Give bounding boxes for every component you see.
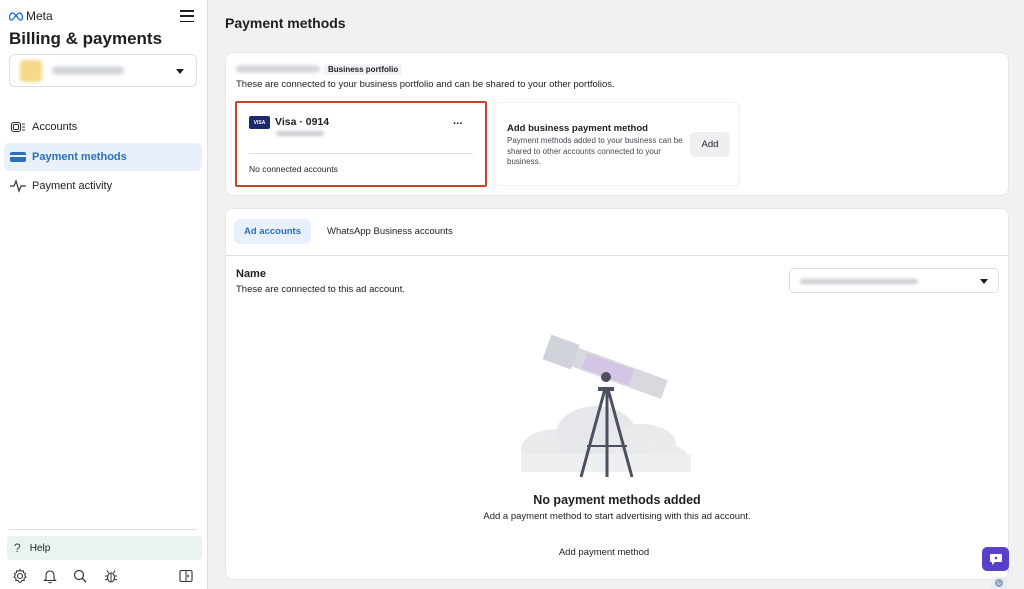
credit-card-icon xyxy=(9,150,27,164)
settings-icon[interactable] xyxy=(12,568,28,584)
brand-name: Meta xyxy=(26,9,53,23)
sidebar-item-label: Payment methods xyxy=(32,150,127,163)
portfolio-description: These are connected to your business por… xyxy=(236,79,615,90)
activity-pulse-icon xyxy=(9,179,27,193)
more-options-button[interactable]: ··· xyxy=(453,118,463,130)
accounts-card: Ad accounts WhatsApp Business accounts N… xyxy=(225,208,1009,580)
globe-button[interactable] xyxy=(991,577,1007,589)
portfolio-name-blurred xyxy=(236,66,320,72)
sidebar: Meta Billing & payments Accounts Payment… xyxy=(0,0,208,589)
tab-ad-accounts[interactable]: Ad accounts xyxy=(234,219,312,244)
add-business-method-title: Add business payment method xyxy=(507,123,648,134)
globe-icon xyxy=(995,579,1003,587)
sidebar-item-payment-activity[interactable]: Payment activity xyxy=(4,172,202,200)
connected-accounts-status: No connected accounts xyxy=(249,164,338,174)
chat-support-icon xyxy=(989,553,1002,565)
accounts-icon xyxy=(9,120,27,134)
app-title: Billing & payments xyxy=(9,29,163,48)
meta-infinity-icon xyxy=(9,11,23,21)
sidebar-divider xyxy=(9,529,197,530)
card-divider xyxy=(249,153,473,154)
empty-state-title: No payment methods added xyxy=(533,493,701,507)
account-avatar xyxy=(20,59,42,82)
business-portfolio-card: Business portfolio These are connected t… xyxy=(225,52,1009,196)
sidebar-item-payment-methods[interactable]: Payment methods xyxy=(4,142,202,171)
help-label: Help xyxy=(29,542,51,554)
menu-hamburger-icon[interactable] xyxy=(180,10,194,22)
business-account-selector[interactable] xyxy=(9,54,197,87)
add-business-method-description: Payment methods added to your business c… xyxy=(507,136,683,166)
bell-icon[interactable] xyxy=(42,568,58,584)
name-description: These are connected to this ad account. xyxy=(236,284,405,295)
panel-toggle-icon[interactable] xyxy=(178,568,194,584)
add-payment-method-button[interactable]: Add payment method xyxy=(544,542,664,562)
payment-method-expiry-blurred xyxy=(276,131,324,136)
meta-logo[interactable]: Meta xyxy=(9,9,53,23)
chevron-down-icon xyxy=(176,69,184,74)
sidebar-item-label: Payment activity xyxy=(32,180,113,192)
sidebar-footer-icons xyxy=(10,568,196,584)
payment-method-card[interactable]: VISA Visa · 0914 ··· No connected accoun… xyxy=(235,101,487,187)
add-business-payment-method-panel: Add business payment method Payment meth… xyxy=(494,102,740,186)
help-link[interactable]: ? Help xyxy=(7,536,202,560)
telescope-illustration xyxy=(521,334,691,478)
help-icon: ? xyxy=(14,541,21,555)
sidebar-item-accounts[interactable]: Accounts xyxy=(4,113,202,141)
ad-account-name-blurred xyxy=(800,279,918,284)
name-heading: Name xyxy=(236,268,266,280)
tab-whatsapp-business-accounts[interactable]: WhatsApp Business accounts xyxy=(317,219,463,244)
sidebar-nav: Accounts Payment methods Payment activit… xyxy=(4,113,202,202)
search-icon[interactable] xyxy=(72,568,88,584)
empty-state-description: Add a payment method to start advertisin… xyxy=(483,511,751,522)
add-button[interactable]: Add xyxy=(690,132,730,157)
chevron-down-icon xyxy=(980,279,988,284)
tabs-divider xyxy=(226,255,1008,256)
sidebar-item-label: Accounts xyxy=(32,121,78,133)
payment-method-label: Visa · 0914 xyxy=(275,116,330,128)
visa-card-icon: VISA xyxy=(249,116,270,129)
account-name-blurred xyxy=(52,67,124,74)
bug-icon[interactable] xyxy=(103,568,119,584)
portfolio-badge: Business portfolio xyxy=(324,64,403,75)
chat-support-button[interactable] xyxy=(982,547,1009,571)
page-title: Payment methods xyxy=(225,15,346,31)
ad-account-dropdown[interactable] xyxy=(789,268,999,293)
account-tabs: Ad accounts WhatsApp Business accounts xyxy=(234,219,463,244)
